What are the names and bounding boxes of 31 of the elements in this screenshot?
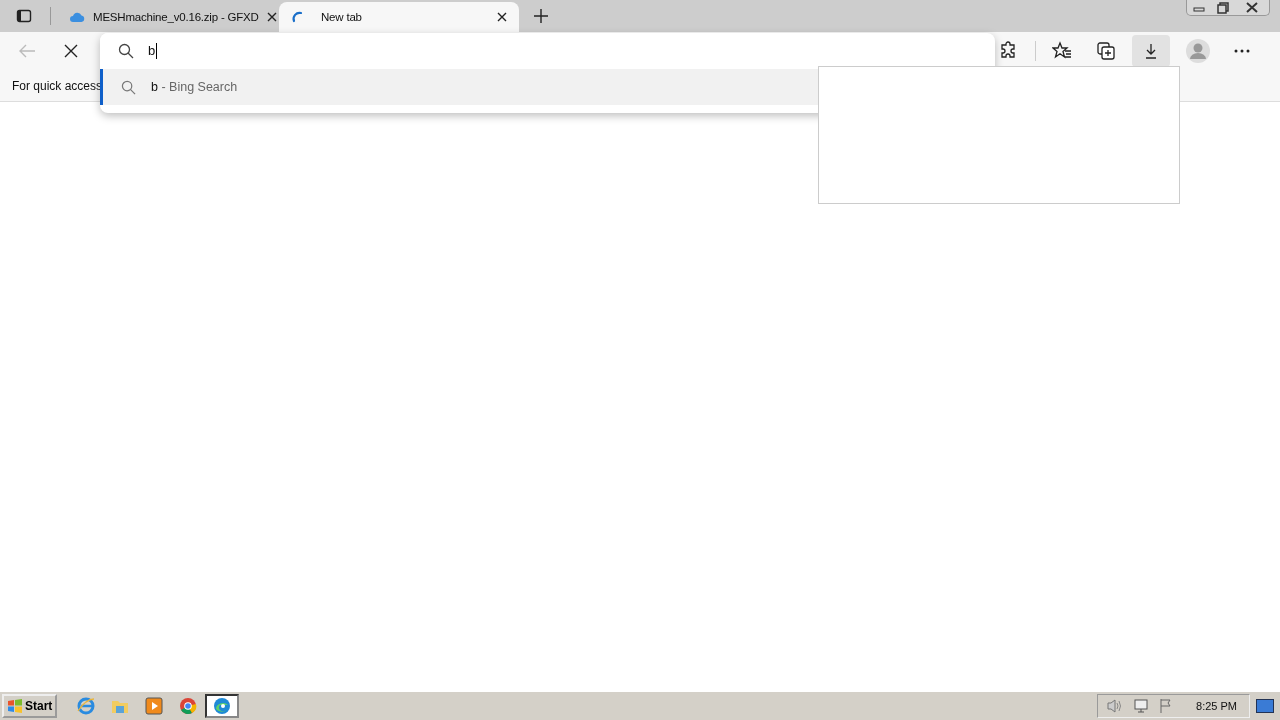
new-tab-icon[interactable] bbox=[533, 8, 549, 24]
search-suggestion[interactable]: b - Bing Search bbox=[100, 69, 818, 105]
network-icon[interactable] bbox=[1132, 698, 1151, 714]
search-icon bbox=[121, 79, 136, 95]
stop-icon[interactable] bbox=[64, 44, 78, 58]
loading-spinner-icon bbox=[291, 10, 305, 24]
downloads-button[interactable] bbox=[1132, 35, 1170, 67]
show-desktop-icon[interactable] bbox=[1256, 699, 1274, 713]
start-button[interactable]: Start bbox=[2, 694, 58, 718]
close-icon[interactable] bbox=[266, 12, 277, 22]
chrome-icon bbox=[179, 697, 198, 715]
windows-logo-icon bbox=[7, 699, 23, 713]
clock-text: 8:25 PM bbox=[1196, 700, 1237, 712]
tab-actions-icon[interactable] bbox=[16, 8, 32, 24]
more-icon[interactable] bbox=[1234, 49, 1250, 53]
cloud-icon bbox=[69, 11, 85, 23]
folder-icon bbox=[111, 698, 130, 714]
media-player-icon bbox=[145, 697, 164, 715]
address-field[interactable]: b bbox=[100, 33, 818, 69]
avatar-icon[interactable] bbox=[1186, 39, 1210, 63]
search-icon bbox=[118, 43, 134, 59]
favorites-icon[interactable] bbox=[1052, 41, 1072, 61]
download-icon bbox=[1143, 43, 1159, 59]
collections-icon[interactable] bbox=[1096, 41, 1116, 61]
edge-icon bbox=[213, 697, 232, 715]
close-icon[interactable] bbox=[497, 12, 507, 22]
taskbar-app[interactable] bbox=[205, 694, 240, 718]
browser-tab[interactable]: New tab bbox=[279, 2, 519, 32]
bookmarks-bar-text: For quick access bbox=[12, 78, 103, 93]
browser-tab[interactable]: MESHmachine_v0.16.zip - GFXD bbox=[57, 2, 279, 32]
ie-icon bbox=[77, 697, 96, 715]
